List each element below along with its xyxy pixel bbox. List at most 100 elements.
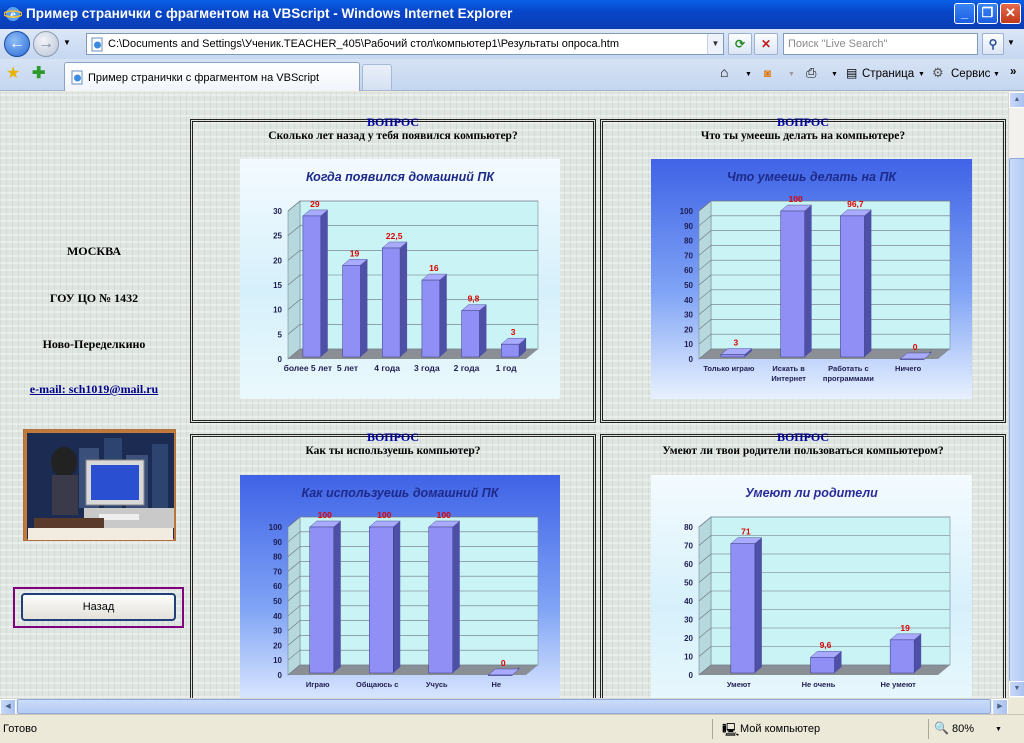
back-button[interactable]: Назад: [21, 593, 176, 621]
chart-bar-side: [333, 521, 341, 673]
close-button[interactable]: ✕: [1000, 3, 1021, 24]
status-divider: [712, 719, 713, 739]
zoom-level[interactable]: 80%: [952, 723, 974, 735]
chart-x-tick-label: Только играю: [703, 364, 755, 373]
page-menu-dropdown-icon[interactable]: ▼: [918, 71, 925, 78]
chart-x-tick-label: Учусь: [426, 680, 448, 689]
chart-bar-side: [452, 521, 460, 673]
refresh-icon[interactable]: ⟳: [728, 33, 752, 55]
chart-y-tick-label: 20: [684, 634, 693, 643]
chart-4: Умеют ли родители 0 10 20 30 40 50 60 70 80 71 Умею…: [651, 475, 972, 698]
chart-x-tick-label: Не: [491, 680, 501, 689]
chart-y-tick-label: 50: [684, 281, 693, 290]
chart-data-label: 3: [734, 338, 739, 348]
scroll-up-icon[interactable]: ▲: [1009, 92, 1024, 108]
chart-x-tick-label: 4 года: [374, 363, 400, 373]
add-favorites-icon[interactable]: ✚: [32, 63, 45, 83]
service-menu-dropdown-icon[interactable]: ▼: [993, 71, 1000, 78]
feeds-icon[interactable]: ◙: [764, 68, 771, 80]
service-menu[interactable]: Сервис: [951, 68, 990, 80]
chart-bar: [889, 639, 915, 674]
scroll-left-icon[interactable]: ◀: [0, 699, 16, 715]
address-bar[interactable]: C:\Documents and Settings\Ученик.TEACHER…: [86, 33, 724, 55]
chart-x-tick-label: Искать в Интернет: [771, 364, 806, 383]
chart-y-tick-label: 15: [273, 281, 282, 290]
maximize-button[interactable]: ❐: [977, 3, 998, 24]
chart-data-label: 19: [350, 248, 360, 258]
page-icon: [71, 70, 83, 85]
minimize-button[interactable]: _: [954, 3, 975, 24]
chart-y-tick-label: 90: [273, 538, 282, 547]
chart-data-label: 100: [377, 510, 391, 520]
chart-title: Что умеешь делать на ПК: [727, 170, 898, 184]
chart-data-label: 16: [429, 263, 439, 273]
chart-2: Что умеешь делать на ПК 0 10 20 30 40 50 60 70 80…: [651, 159, 972, 399]
chart-3: Как используешь домашний ПК 0 10 20 30 40 50 60…: [240, 475, 560, 698]
history-dropdown-icon[interactable]: ▼: [63, 38, 71, 47]
chart-y-tick-label: 30: [273, 627, 282, 636]
more-tools-icon[interactable]: »: [1010, 66, 1016, 78]
home-dropdown-icon[interactable]: ▼: [745, 71, 752, 78]
chart-y-tick-label: 0: [689, 355, 694, 364]
district-label: Ново-Переделкино: [42, 337, 146, 351]
survey-panel-4: ВОПРОС Умеют ли твои родители пользовать…: [600, 430, 1006, 698]
new-tab-button[interactable]: [362, 64, 392, 91]
chart-x-tick-label: 5 лет: [337, 363, 358, 373]
chart-data-label: 29: [310, 199, 320, 209]
horizontal-scrollbar[interactable]: ◀ ▶: [0, 698, 1008, 715]
forward-arrow-icon[interactable]: →: [33, 31, 59, 57]
horizontal-scroll-thumb[interactable]: [17, 699, 991, 714]
chart-x-tick-label: Работать с программами: [823, 364, 874, 383]
scroll-down-icon[interactable]: ▼: [1009, 681, 1024, 697]
stop-icon[interactable]: ✕: [754, 33, 778, 55]
vertical-scroll-thumb[interactable]: [1009, 158, 1024, 692]
chart-data-label: 100: [437, 510, 451, 520]
page-menu[interactable]: Страница: [862, 68, 914, 80]
chart-x-tick-label: Не очень: [802, 680, 836, 689]
back-arrow-icon[interactable]: ←: [4, 31, 30, 57]
tab-current-page[interactable]: Пример странички с фрагментом на VBScrip…: [64, 62, 360, 91]
chart-y-tick-label: 20: [684, 325, 693, 334]
chart-bar-side: [754, 537, 762, 673]
survey-panel-1: ВОПРОС Сколько лет назад у тебя появился…: [190, 115, 596, 423]
vertical-scrollbar[interactable]: ▲ ▼: [1008, 92, 1024, 698]
search-input[interactable]: Поиск "Live Search": [783, 33, 978, 55]
chart-data-label: 0: [913, 342, 918, 352]
gear-icon: ⚙: [932, 65, 944, 80]
back-button-frame: Назад: [13, 587, 184, 628]
chart-bar: [428, 526, 453, 674]
scroll-right-icon[interactable]: ▶: [992, 699, 1008, 715]
chart-data-label: 9,8: [468, 294, 480, 304]
chart-bar: [381, 247, 401, 358]
favorites-star-icon[interactable]: ★: [6, 63, 20, 83]
chart-y-tick-label: 25: [273, 232, 282, 241]
chart-svg: Когда появился домашний ПК 0 5 10 15 20 25 30 29…: [240, 159, 560, 399]
search-icon[interactable]: ⚲: [982, 33, 1004, 55]
chart-y-tick-label: 20: [273, 256, 282, 265]
student-at-computer-image: [23, 429, 176, 541]
question-text: Сколько лет назад у тебя появился компью…: [268, 130, 518, 142]
chart-bar: [302, 215, 322, 358]
search-options-icon[interactable]: ▼: [1007, 38, 1015, 47]
chart-y-tick-label: 90: [684, 222, 693, 231]
chart-y-tick-label: 20: [273, 641, 282, 650]
chart-bar-side: [320, 209, 328, 357]
chart-y-tick-label: 0: [278, 671, 283, 680]
chart-bar-side: [479, 304, 487, 357]
address-dropdown-icon[interactable]: ▼: [707, 34, 723, 54]
chart-data-label: 100: [318, 510, 332, 520]
chart-1: Когда появился домашний ПК 0 5 10 15 20 25 30 29…: [240, 159, 560, 399]
chart-bar: [488, 674, 513, 676]
chart-y-tick-label: 0: [278, 355, 283, 364]
chart-x-tick-label: 1 год: [496, 363, 518, 373]
home-icon[interactable]: ⌂: [720, 64, 728, 80]
title-bar: e Пример странички с фрагментом на VBScr…: [0, 0, 1024, 29]
chart-data-label: 96,7: [847, 199, 864, 209]
print-icon[interactable]: ⎙: [806, 65, 816, 81]
email-link[interactable]: e-mail: sch1019@mail.ru: [30, 382, 158, 396]
zoom-icon[interactable]: 🔍: [934, 721, 949, 735]
zoom-dropdown-icon[interactable]: ▼: [995, 726, 1002, 733]
print-dropdown-icon[interactable]: ▼: [831, 71, 838, 78]
left-sidebar: МОСКВА ГОУ ЦО № 1432 Ново-Переделкино e-…: [0, 92, 188, 698]
computer-icon: 🖳: [722, 722, 740, 737]
